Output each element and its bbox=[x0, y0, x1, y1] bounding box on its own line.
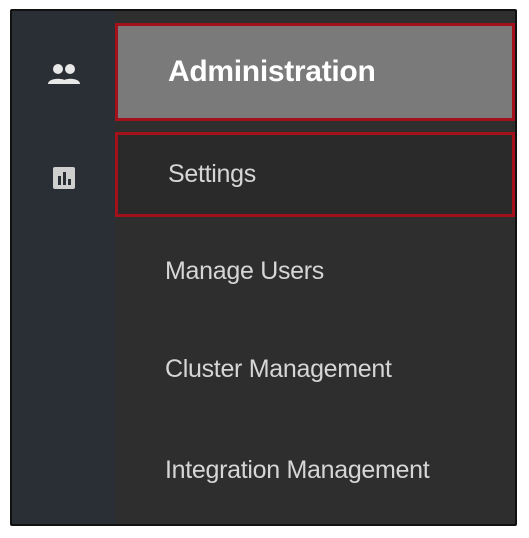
rail-people-button[interactable] bbox=[12, 57, 115, 91]
bar-chart-icon bbox=[52, 167, 75, 189]
menu-item-integration-management[interactable]: Integration Management bbox=[115, 421, 515, 519]
menu-item-label: Manage Users bbox=[165, 256, 324, 285]
menu-item-label: Integration Management bbox=[165, 455, 430, 484]
menu-item-settings[interactable]: Settings bbox=[115, 132, 515, 217]
menu-item-administration[interactable]: Administration bbox=[115, 23, 515, 121]
menu-item-label: Administration bbox=[168, 55, 376, 88]
sidebar-menu: Administration Settings Manage Users Clu… bbox=[115, 11, 515, 524]
menu-item-label: Settings bbox=[168, 160, 256, 188]
admin-navigation-panel: Administration Settings Manage Users Clu… bbox=[10, 9, 517, 526]
menu-item-cluster-management[interactable]: Cluster Management bbox=[115, 323, 515, 415]
rail-reports-button[interactable] bbox=[12, 161, 115, 195]
icon-rail bbox=[12, 11, 115, 524]
people-icon bbox=[47, 64, 80, 84]
menu-item-label: Cluster Management bbox=[165, 354, 392, 383]
menu-item-manage-users[interactable]: Manage Users bbox=[115, 225, 515, 317]
